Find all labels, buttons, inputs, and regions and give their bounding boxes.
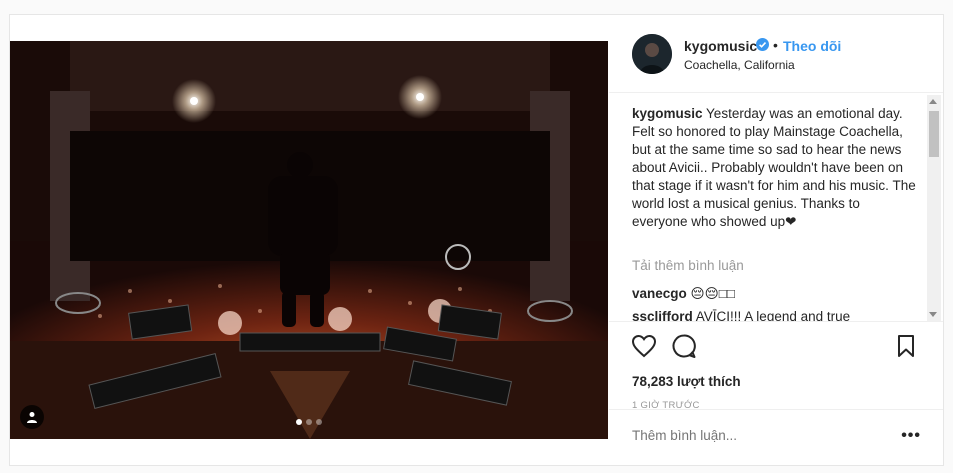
follow-button[interactable]: Theo dõi — [783, 38, 841, 54]
comment-item: ssclifford AVĪCI!!! A legend and true — [632, 309, 850, 321]
verified-badge-icon — [756, 38, 769, 51]
caption-username[interactable]: kygomusic — [632, 106, 703, 121]
scroll-up-arrow-icon[interactable] — [929, 99, 937, 104]
user-tag-button[interactable] — [20, 405, 44, 429]
avatar-image — [632, 34, 672, 74]
scroll-down-arrow-icon[interactable] — [929, 312, 937, 317]
comment-text: AVĪCI!!! A legend and true — [695, 309, 851, 321]
avatar[interactable] — [632, 34, 672, 74]
carousel-dot[interactable] — [316, 419, 322, 425]
likes-count[interactable]: 78,283 lượt thích — [632, 374, 741, 389]
carousel-dot[interactable] — [296, 419, 302, 425]
comments-section: kygomusic Yesterday was an emotional day… — [609, 95, 943, 321]
post-header: kygomusic • Theo dõi Coachella, Californ… — [609, 15, 943, 93]
scrollbar-thumb[interactable] — [929, 111, 939, 157]
post-image[interactable] — [10, 41, 608, 439]
carousel-indicator — [296, 419, 322, 425]
heart-icon[interactable] — [630, 332, 658, 360]
add-comment-bar: ••• — [609, 409, 943, 465]
post-sidebar: kygomusic • Theo dõi Coachella, Californ… — [609, 15, 943, 465]
comment-item: vanecgo 😔😔□□ — [632, 286, 735, 302]
header-separator: • — [773, 37, 778, 53]
caption: kygomusic Yesterday was an emotional day… — [632, 105, 917, 231]
bookmark-icon[interactable] — [892, 332, 920, 360]
location-link[interactable]: Coachella, California — [684, 58, 795, 72]
carousel-dot[interactable] — [306, 419, 312, 425]
comment-icon[interactable] — [670, 332, 698, 360]
add-comment-input[interactable] — [632, 428, 882, 443]
comment-username[interactable]: ssclifford — [632, 309, 693, 321]
header-username[interactable]: kygomusic — [684, 38, 757, 54]
load-more-comments-button[interactable]: Tải thêm bình luận — [632, 258, 744, 273]
concert-stage-photo — [10, 41, 608, 439]
user-tag-icon — [27, 412, 37, 423]
comment-username[interactable]: vanecgo — [632, 286, 687, 301]
more-options-button[interactable]: ••• — [901, 427, 921, 445]
caption-text: Yesterday was an emotional day. Felt so … — [632, 106, 916, 229]
comment-text: 😔😔□□ — [690, 286, 736, 301]
